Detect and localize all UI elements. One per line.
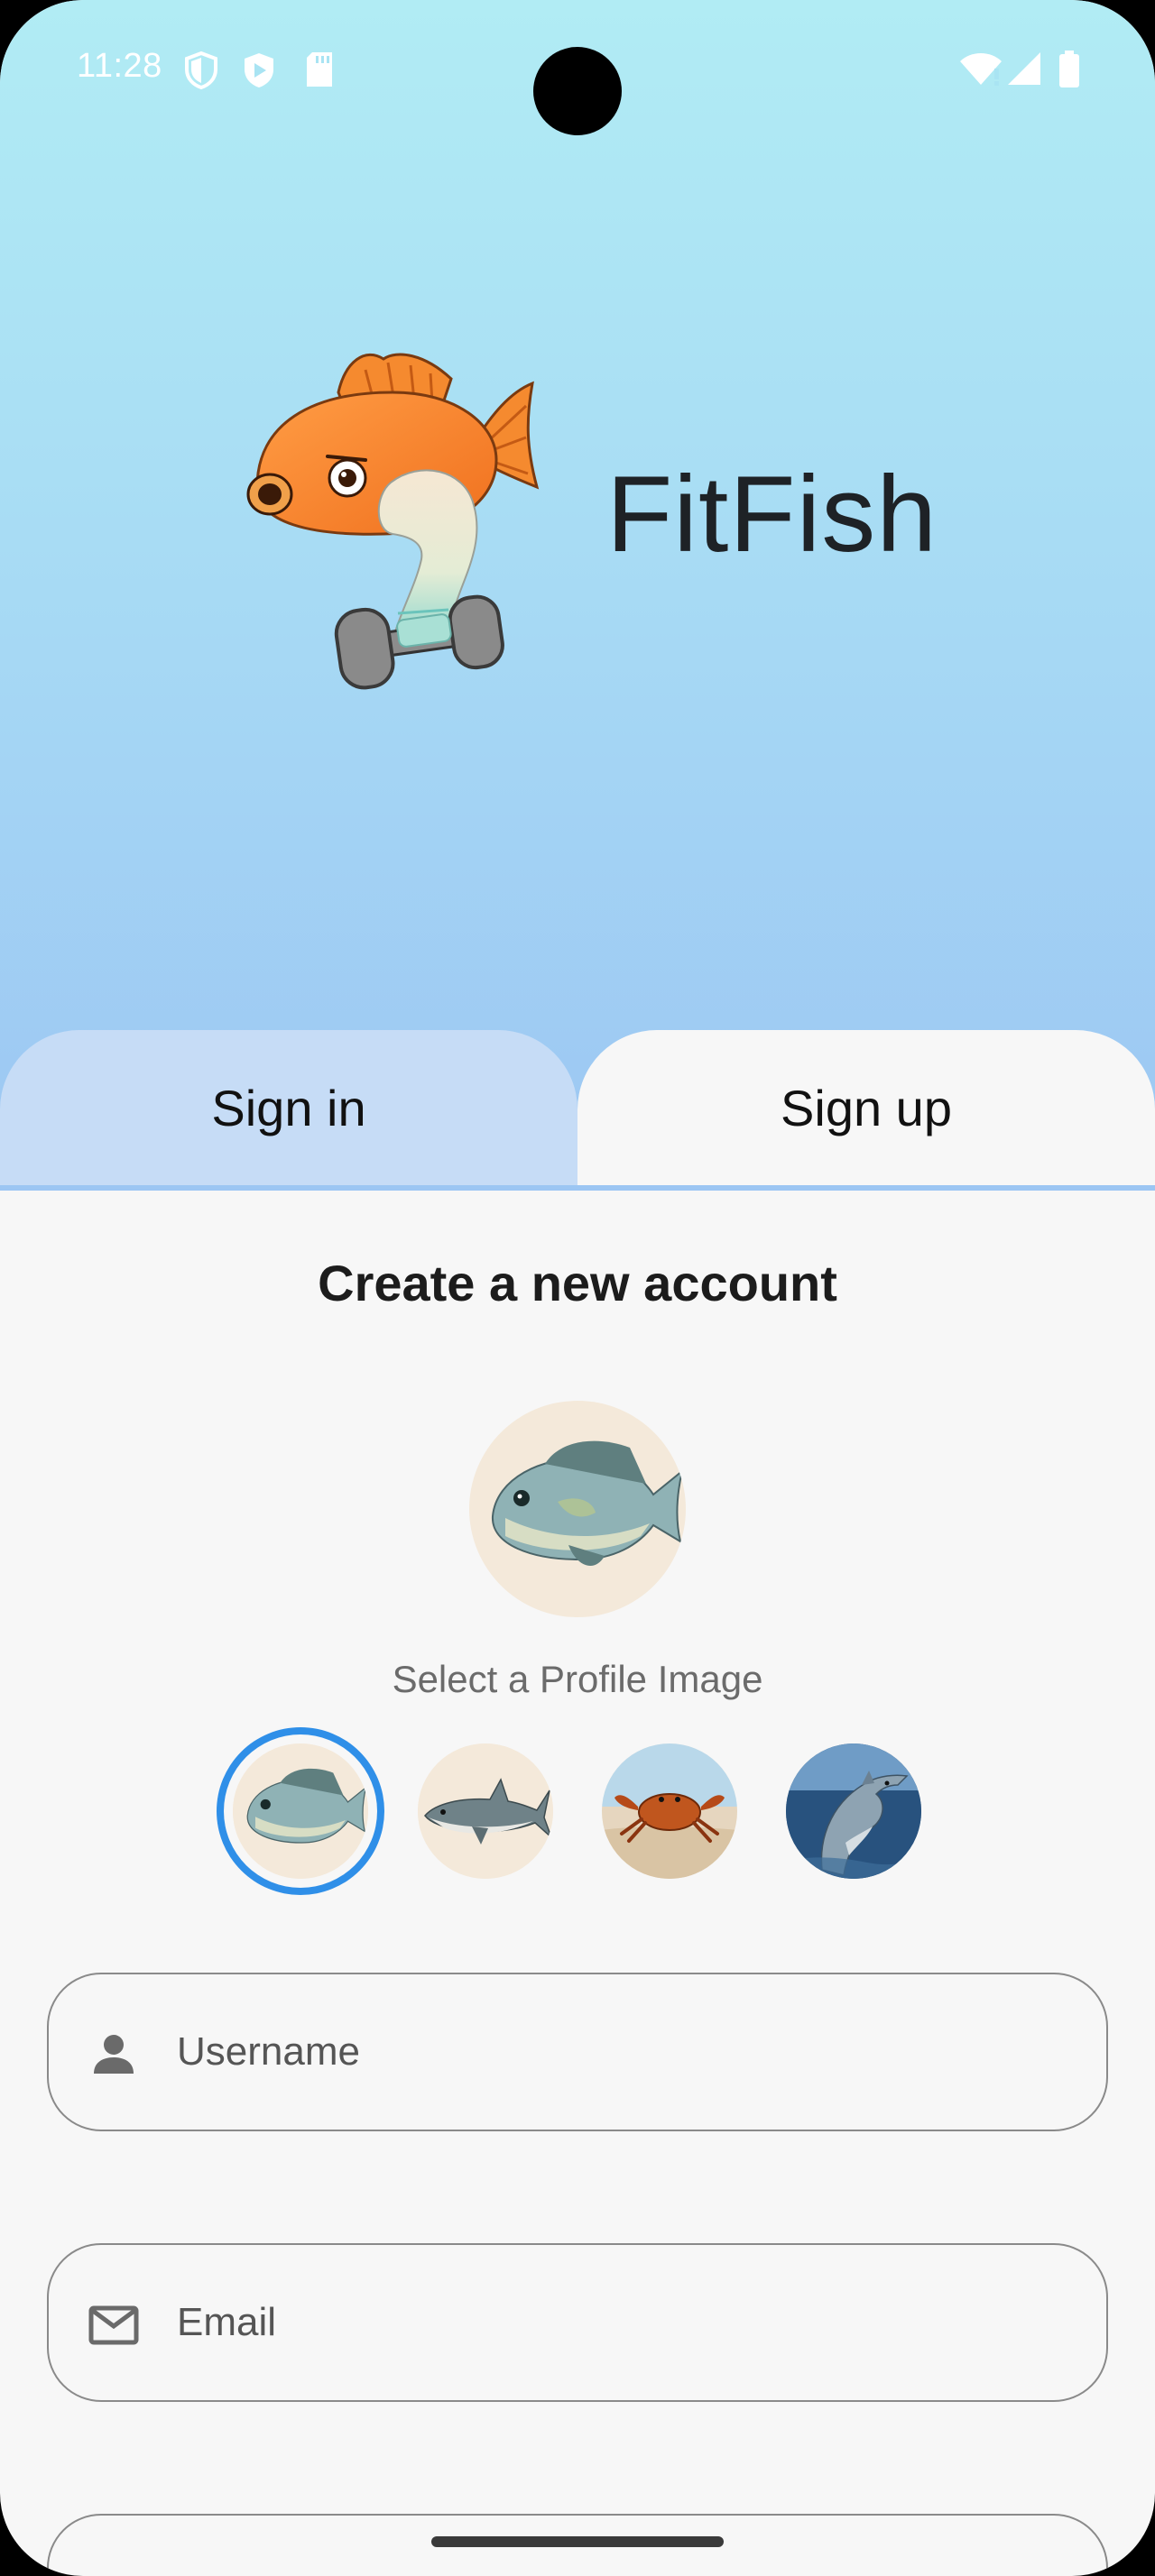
- mail-icon: [88, 2305, 139, 2345]
- hero-background: [0, 0, 1155, 1191]
- profile-option-bluegill[interactable]: [233, 1743, 368, 1879]
- tab-sign-up[interactable]: Sign up: [578, 1030, 1155, 1185]
- email-field[interactable]: Email: [47, 2243, 1108, 2402]
- email-placeholder: Email: [177, 2300, 277, 2344]
- battery-icon: [1059, 51, 1079, 87]
- play-protect-icon: [245, 53, 273, 87]
- tab-sign-up-label: Sign up: [781, 1079, 952, 1136]
- username-placeholder: Username: [177, 2029, 360, 2074]
- tab-sign-in[interactable]: Sign in: [0, 1030, 578, 1185]
- sd-card-icon: [307, 52, 332, 87]
- profile-image-label: Select a Profile Image: [392, 1658, 763, 1700]
- bluegill-fish-icon: [491, 1440, 684, 1567]
- signal-icon: [1008, 52, 1040, 85]
- username-field[interactable]: Username: [47, 1973, 1108, 2131]
- shark-icon: [418, 1743, 553, 1879]
- profile-option-shark[interactable]: [418, 1743, 553, 1879]
- signup-screen: 11:28 FitFish Sign in Sign up Create a n…: [0, 0, 1155, 2576]
- profile-option-dolphin[interactable]: [786, 1743, 921, 1879]
- profile-option-crab[interactable]: [602, 1743, 737, 1879]
- status-time: 11:28: [77, 47, 162, 85]
- wifi-alert-icon: [960, 53, 1002, 86]
- shield-icon: [185, 51, 217, 90]
- app-name: FitFish: [606, 454, 938, 575]
- selected-profile-avatar: [469, 1401, 686, 1617]
- camera-cutout: [533, 47, 622, 135]
- home-indicator[interactable]: [431, 2536, 724, 2547]
- dolphin-icon: [786, 1743, 921, 1879]
- status-bar: 11:28: [0, 0, 1155, 135]
- page-title: Create a new account: [318, 1255, 837, 1311]
- tab-sign-in-label: Sign in: [211, 1079, 366, 1136]
- fitfish-logo-icon: [246, 353, 540, 690]
- crab-icon: [602, 1743, 737, 1879]
- person-icon: [94, 2035, 134, 2074]
- bluegill-fish-icon: [233, 1743, 368, 1879]
